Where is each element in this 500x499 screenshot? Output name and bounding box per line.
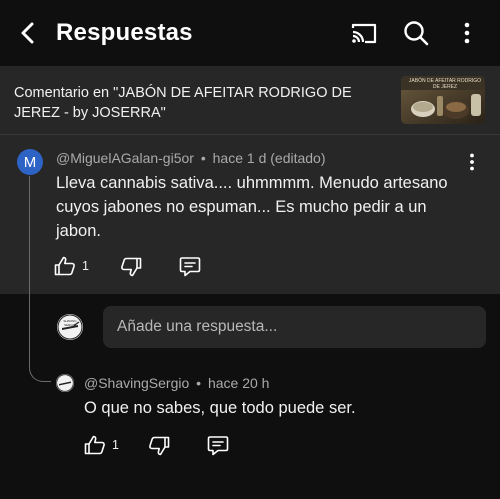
back-button[interactable]: [14, 18, 42, 48]
comment-more-button[interactable]: [462, 151, 482, 173]
reply-time: hace 20 h: [207, 375, 270, 391]
more-options-button[interactable]: [452, 18, 482, 48]
thumbs-down-icon: [149, 436, 170, 456]
video-thumbnail[interactable]: JABÓN DE AFEITAR RODRIGO DE JEREZ: [401, 76, 485, 124]
avatar[interactable]: [56, 374, 74, 392]
like-count: 1: [112, 438, 119, 452]
reply-text: O que no sabes, que todo puede ser.: [84, 399, 356, 417]
thumbs-up-icon: [84, 435, 105, 455]
dislike-button[interactable]: [148, 436, 170, 456]
avatar[interactable]: SHAVING SERGIO: [57, 314, 83, 340]
dislike-button[interactable]: [120, 257, 142, 277]
comment-text: Lleva cannabis sativa.... uhmmmm. Menudo…: [56, 174, 448, 240]
meta-separator: •: [196, 375, 202, 391]
search-button[interactable]: [401, 18, 431, 48]
comment-time: hace 1 d (editado): [212, 150, 326, 166]
reply-button[interactable]: [207, 435, 229, 456]
thumbs-up-icon: [54, 256, 75, 276]
cast-icon: [351, 23, 377, 44]
thumbnail-caption: JABÓN DE AFEITAR RODRIGO DE JEREZ: [408, 78, 482, 90]
comment-meta: @MiguelAGalan-gi5or • hace 1 d (editado): [56, 150, 326, 166]
context-text: Comentario en "JABÓN DE AFEITAR RODRIGO …: [14, 85, 352, 121]
like-button[interactable]: 1: [84, 435, 119, 455]
thread-connector: [29, 176, 51, 382]
page-title: Respuestas: [56, 19, 193, 46]
avatar-text: SHAVING SERGIO: [63, 319, 77, 327]
meta-separator: •: [200, 150, 206, 166]
cast-button[interactable]: [349, 18, 379, 48]
like-count: 1: [82, 259, 89, 273]
reply-meta: @ShavingSergio • hace 20 h: [84, 375, 269, 391]
comment-author[interactable]: @MiguelAGalan-gi5or: [56, 150, 194, 166]
reply-button[interactable]: [179, 256, 201, 277]
avatar[interactable]: M: [17, 149, 43, 175]
thumbs-down-icon: [121, 257, 142, 277]
top-app-bar: Respuestas: [0, 0, 500, 66]
more-vert-icon: [464, 22, 470, 44]
more-vert-icon: [470, 153, 474, 171]
like-button[interactable]: 1: [54, 256, 89, 276]
comment-icon: [179, 257, 201, 277]
reply-input[interactable]: Añade una respuesta...: [103, 306, 486, 348]
search-icon: [404, 21, 429, 46]
comment-icon: [207, 436, 229, 456]
chevron-left-icon: [21, 22, 34, 44]
reply-author[interactable]: @ShavingSergio: [84, 375, 189, 391]
